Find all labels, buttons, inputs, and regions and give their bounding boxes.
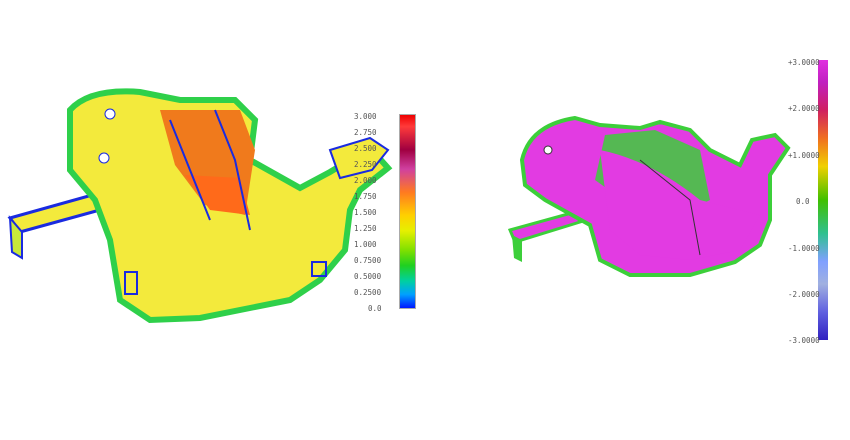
model-arm-right bbox=[507, 210, 583, 244]
left-tick-9: 0.7500 bbox=[354, 256, 382, 265]
left-tick-3: 2.250 bbox=[354, 160, 377, 169]
right-tick-4: -1.0000 bbox=[788, 244, 820, 253]
thickness-colorbar bbox=[399, 114, 416, 309]
left-tick-2: 2.500 bbox=[354, 144, 377, 153]
left-tick-4: 2.000 bbox=[354, 176, 377, 185]
right-tick-5: -2.0000 bbox=[788, 290, 820, 299]
hole-right bbox=[543, 145, 553, 155]
left-tick-0: 3.000 bbox=[354, 112, 377, 121]
hole-2 bbox=[104, 108, 116, 120]
right-tick-1: +2.0000 bbox=[788, 104, 820, 113]
left-tick-1: 2.750 bbox=[354, 128, 377, 137]
left-tick-11: 0.2500 bbox=[354, 288, 382, 297]
right-tick-6: -3.0000 bbox=[788, 336, 820, 345]
deviation-model-render bbox=[507, 115, 791, 277]
left-tick-5: 1.750 bbox=[354, 192, 377, 201]
right-tick-2: +1.0000 bbox=[788, 151, 820, 160]
right-tick-3: 0.0 bbox=[796, 197, 810, 206]
hole-1 bbox=[98, 152, 110, 164]
right-tick-0: +3.0000 bbox=[788, 58, 820, 67]
deviation-analysis-view bbox=[430, 40, 850, 360]
left-tick-10: 0.5000 bbox=[354, 272, 382, 281]
left-tick-12: 0.0 bbox=[368, 304, 382, 313]
left-tick-8: 1.000 bbox=[354, 240, 377, 249]
left-tick-6: 1.500 bbox=[354, 208, 377, 217]
left-tick-7: 1.250 bbox=[354, 224, 377, 233]
